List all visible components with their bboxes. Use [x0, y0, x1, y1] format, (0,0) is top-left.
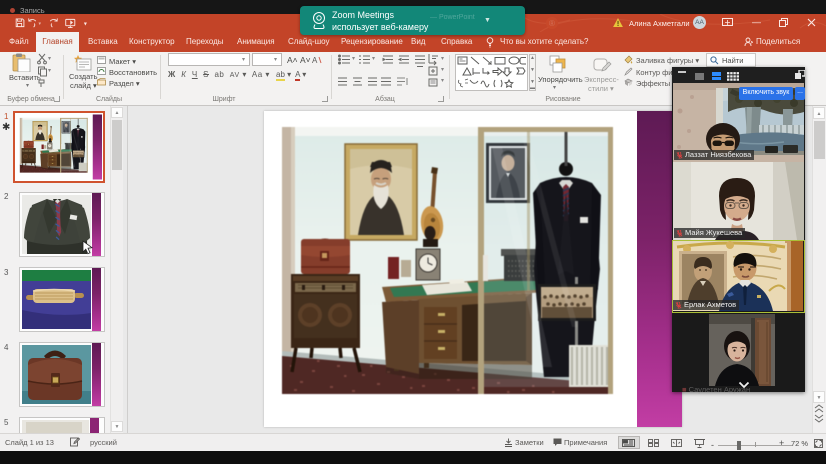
svg-text:▾: ▾ [84, 21, 87, 27]
svg-text:▾: ▾ [38, 21, 41, 27]
svg-text:®: ® [549, 19, 555, 28]
svg-text:A: A [312, 56, 318, 65]
